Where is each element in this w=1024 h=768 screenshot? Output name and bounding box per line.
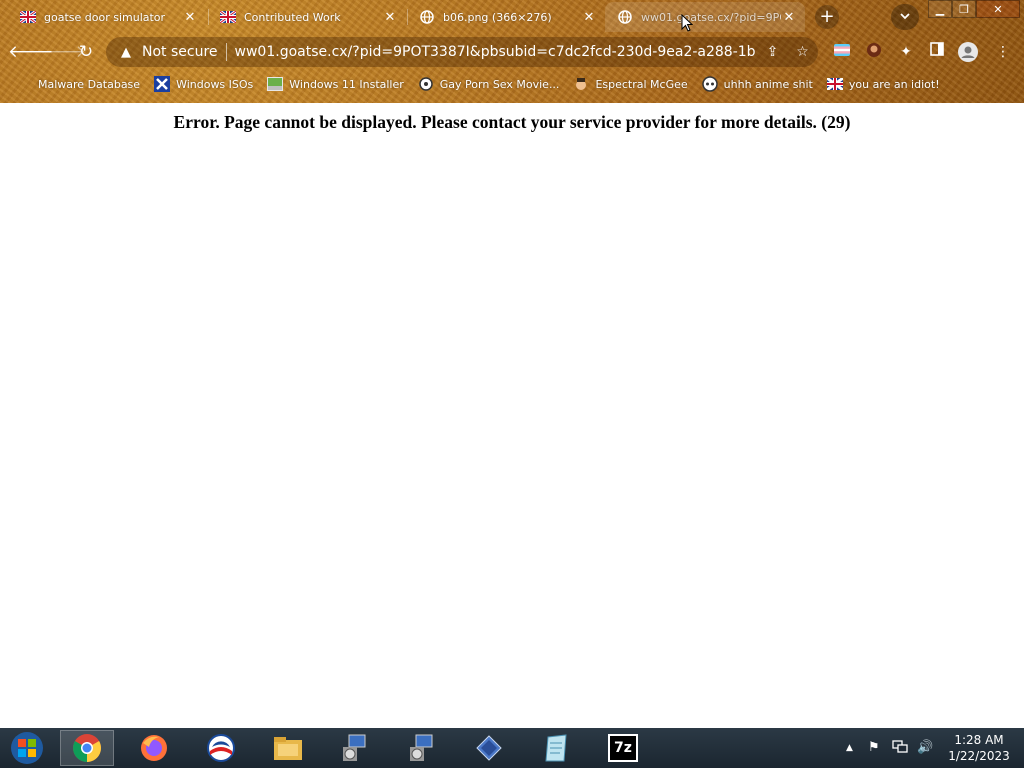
bookmarks-bar: Malware Database Windows ISOs Windows 11… <box>0 72 1024 96</box>
address-bar[interactable]: ▲ Not secure ww01.goatse.cx/?pid=9POT338… <box>106 37 818 67</box>
tab-goatse-door-simulator[interactable]: goatse door simulator ✕ <box>0 2 206 32</box>
tab-ww01-goatse[interactable]: ww01.goatse.cx/?pid=9PO ✕ <box>605 2 805 32</box>
browser-chrome: goatse door simulator ✕ Contributed Work… <box>0 0 1024 103</box>
taskbar-chrome[interactable] <box>60 730 114 766</box>
security-status[interactable]: Not secure <box>142 44 218 60</box>
file-explorer-icon <box>274 737 302 760</box>
menu-kebab-icon[interactable]: ⋮ <box>993 42 1013 62</box>
action-center-flag-icon[interactable]: ⚑ <box>868 740 880 755</box>
taskbar-installer-2[interactable] <box>395 730 449 766</box>
character-icon <box>573 76 589 92</box>
installer-icon <box>343 734 366 761</box>
taskbar-notepad[interactable] <box>529 730 583 766</box>
taskbar-installer-1[interactable] <box>328 730 382 766</box>
anime-face-icon <box>701 76 718 92</box>
tab-strip: goatse door simulator ✕ Contributed Work… <box>0 0 1024 34</box>
chrome-icon <box>73 734 101 762</box>
close-tab-icon[interactable]: ✕ <box>182 10 198 25</box>
side-panel-icon[interactable] <box>927 42 947 62</box>
error-message: Error. Page cannot be displayed. Please … <box>173 112 851 132</box>
close-window-button[interactable]: ✕ <box>976 0 1020 18</box>
tab-title: goatse door simulator <box>44 10 166 24</box>
taskbar-7zip[interactable]: 7z <box>596 730 650 766</box>
clock-date: 1/22/2023 <box>948 749 1010 763</box>
extension-flag-icon[interactable] <box>832 42 852 62</box>
taskbar-obama-app[interactable] <box>194 730 248 766</box>
system-clock[interactable]: 1:28 AM 1/22/2023 <box>944 732 1014 764</box>
bookmark-you-are-an-idiot[interactable]: you are an idiot! <box>826 76 940 92</box>
globe-icon <box>419 9 435 25</box>
bookmark-windows-isos[interactable]: Windows ISOs <box>154 76 253 92</box>
back-button[interactable]: 🡐 <box>8 38 54 66</box>
taskbar: 7z ▲ ⚑ 🔊 1:28 AM 1/22/2023 <box>0 728 1024 768</box>
forward-button[interactable]: 🡒 <box>40 38 86 66</box>
union-jack-icon <box>826 76 843 92</box>
chevron-down-icon <box>900 13 910 20</box>
tab-title: b06.png (366×276) <box>443 10 552 24</box>
bookmark-label: Windows 11 Installer <box>289 77 404 91</box>
close-tab-icon[interactable]: ✕ <box>781 10 797 25</box>
bookmark-movie-site[interactable]: Gay Porn Sex Movie... <box>418 76 560 92</box>
bookmark-windows-11-installer[interactable]: Windows 11 Installer <box>267 76 404 92</box>
start-orb-icon <box>11 732 43 764</box>
installer-icon <box>410 734 433 761</box>
bookmark-label: Windows ISOs <box>176 77 254 91</box>
x-logo-icon <box>154 76 171 92</box>
share-icon[interactable]: ⇪ <box>761 44 785 60</box>
gear-logo-icon <box>418 76 434 92</box>
image-icon <box>267 76 284 92</box>
url-text[interactable]: ww01.goatse.cx/?pid=9POT3387I&pbsubid=c7… <box>235 44 755 60</box>
minimize-button[interactable]: ▁ <box>928 0 952 18</box>
bookmark-malware-database[interactable]: Malware Database <box>38 78 140 91</box>
close-tab-icon[interactable]: ✕ <box>581 10 597 25</box>
tab-title: ww01.goatse.cx/?pid=9PO <box>641 10 781 24</box>
tab-title: Contributed Work <box>244 10 341 24</box>
bookmark-label: you are an idiot! <box>848 77 940 91</box>
7zip-icon: 7z <box>608 734 638 762</box>
warning-icon[interactable]: ▲ <box>118 45 134 60</box>
notepad-icon <box>545 734 567 762</box>
show-hidden-icons-icon[interactable]: ▲ <box>846 743 853 753</box>
taskbar-diamond-app[interactable] <box>462 730 516 766</box>
restore-button[interactable]: ❐ <box>952 0 976 18</box>
close-tab-icon[interactable]: ✕ <box>382 10 398 25</box>
start-button[interactable] <box>0 730 54 766</box>
bookmark-label: Gay Porn Sex Movie... <box>439 77 560 91</box>
address-divider <box>225 43 227 61</box>
extensions-puzzle-icon[interactable]: ✦ <box>896 42 916 62</box>
bookmark-label: Malware Database <box>38 77 141 91</box>
diamond-app-icon <box>476 735 502 761</box>
tab-search-button[interactable] <box>891 4 919 30</box>
taskbar-file-explorer[interactable] <box>261 730 315 766</box>
network-icon[interactable] <box>892 740 908 758</box>
union-jack-icon <box>220 9 236 25</box>
tab-b06-png[interactable]: b06.png (366×276) ✕ <box>399 2 605 32</box>
obama-logo-icon <box>207 734 235 762</box>
firefox-icon <box>141 735 167 761</box>
tab-contributed-work[interactable]: Contributed Work ✕ <box>200 2 406 32</box>
reload-button[interactable]: ↻ <box>72 38 100 66</box>
bookmark-label: uhhh anime shit <box>723 77 813 91</box>
volume-icon[interactable]: 🔊 <box>917 740 933 755</box>
globe-icon <box>617 9 633 25</box>
page-content: Error. Page cannot be displayed. Please … <box>0 103 1024 728</box>
union-jack-icon <box>20 9 36 25</box>
bookmark-anime[interactable]: uhhh anime shit <box>701 76 813 92</box>
bookmark-star-icon[interactable]: ☆ <box>791 44 815 60</box>
taskbar-firefox[interactable] <box>127 730 181 766</box>
bookmark-label: Espectral McGee <box>595 77 688 91</box>
profile-icon[interactable] <box>958 42 978 62</box>
extension-avatar-icon[interactable] <box>864 42 884 62</box>
bookmark-espectral-mcgee[interactable]: Espectral McGee <box>573 76 688 92</box>
clock-time: 1:28 AM <box>954 733 1004 747</box>
new-tab-button[interactable]: + <box>815 5 839 29</box>
mouse-cursor <box>681 13 694 36</box>
